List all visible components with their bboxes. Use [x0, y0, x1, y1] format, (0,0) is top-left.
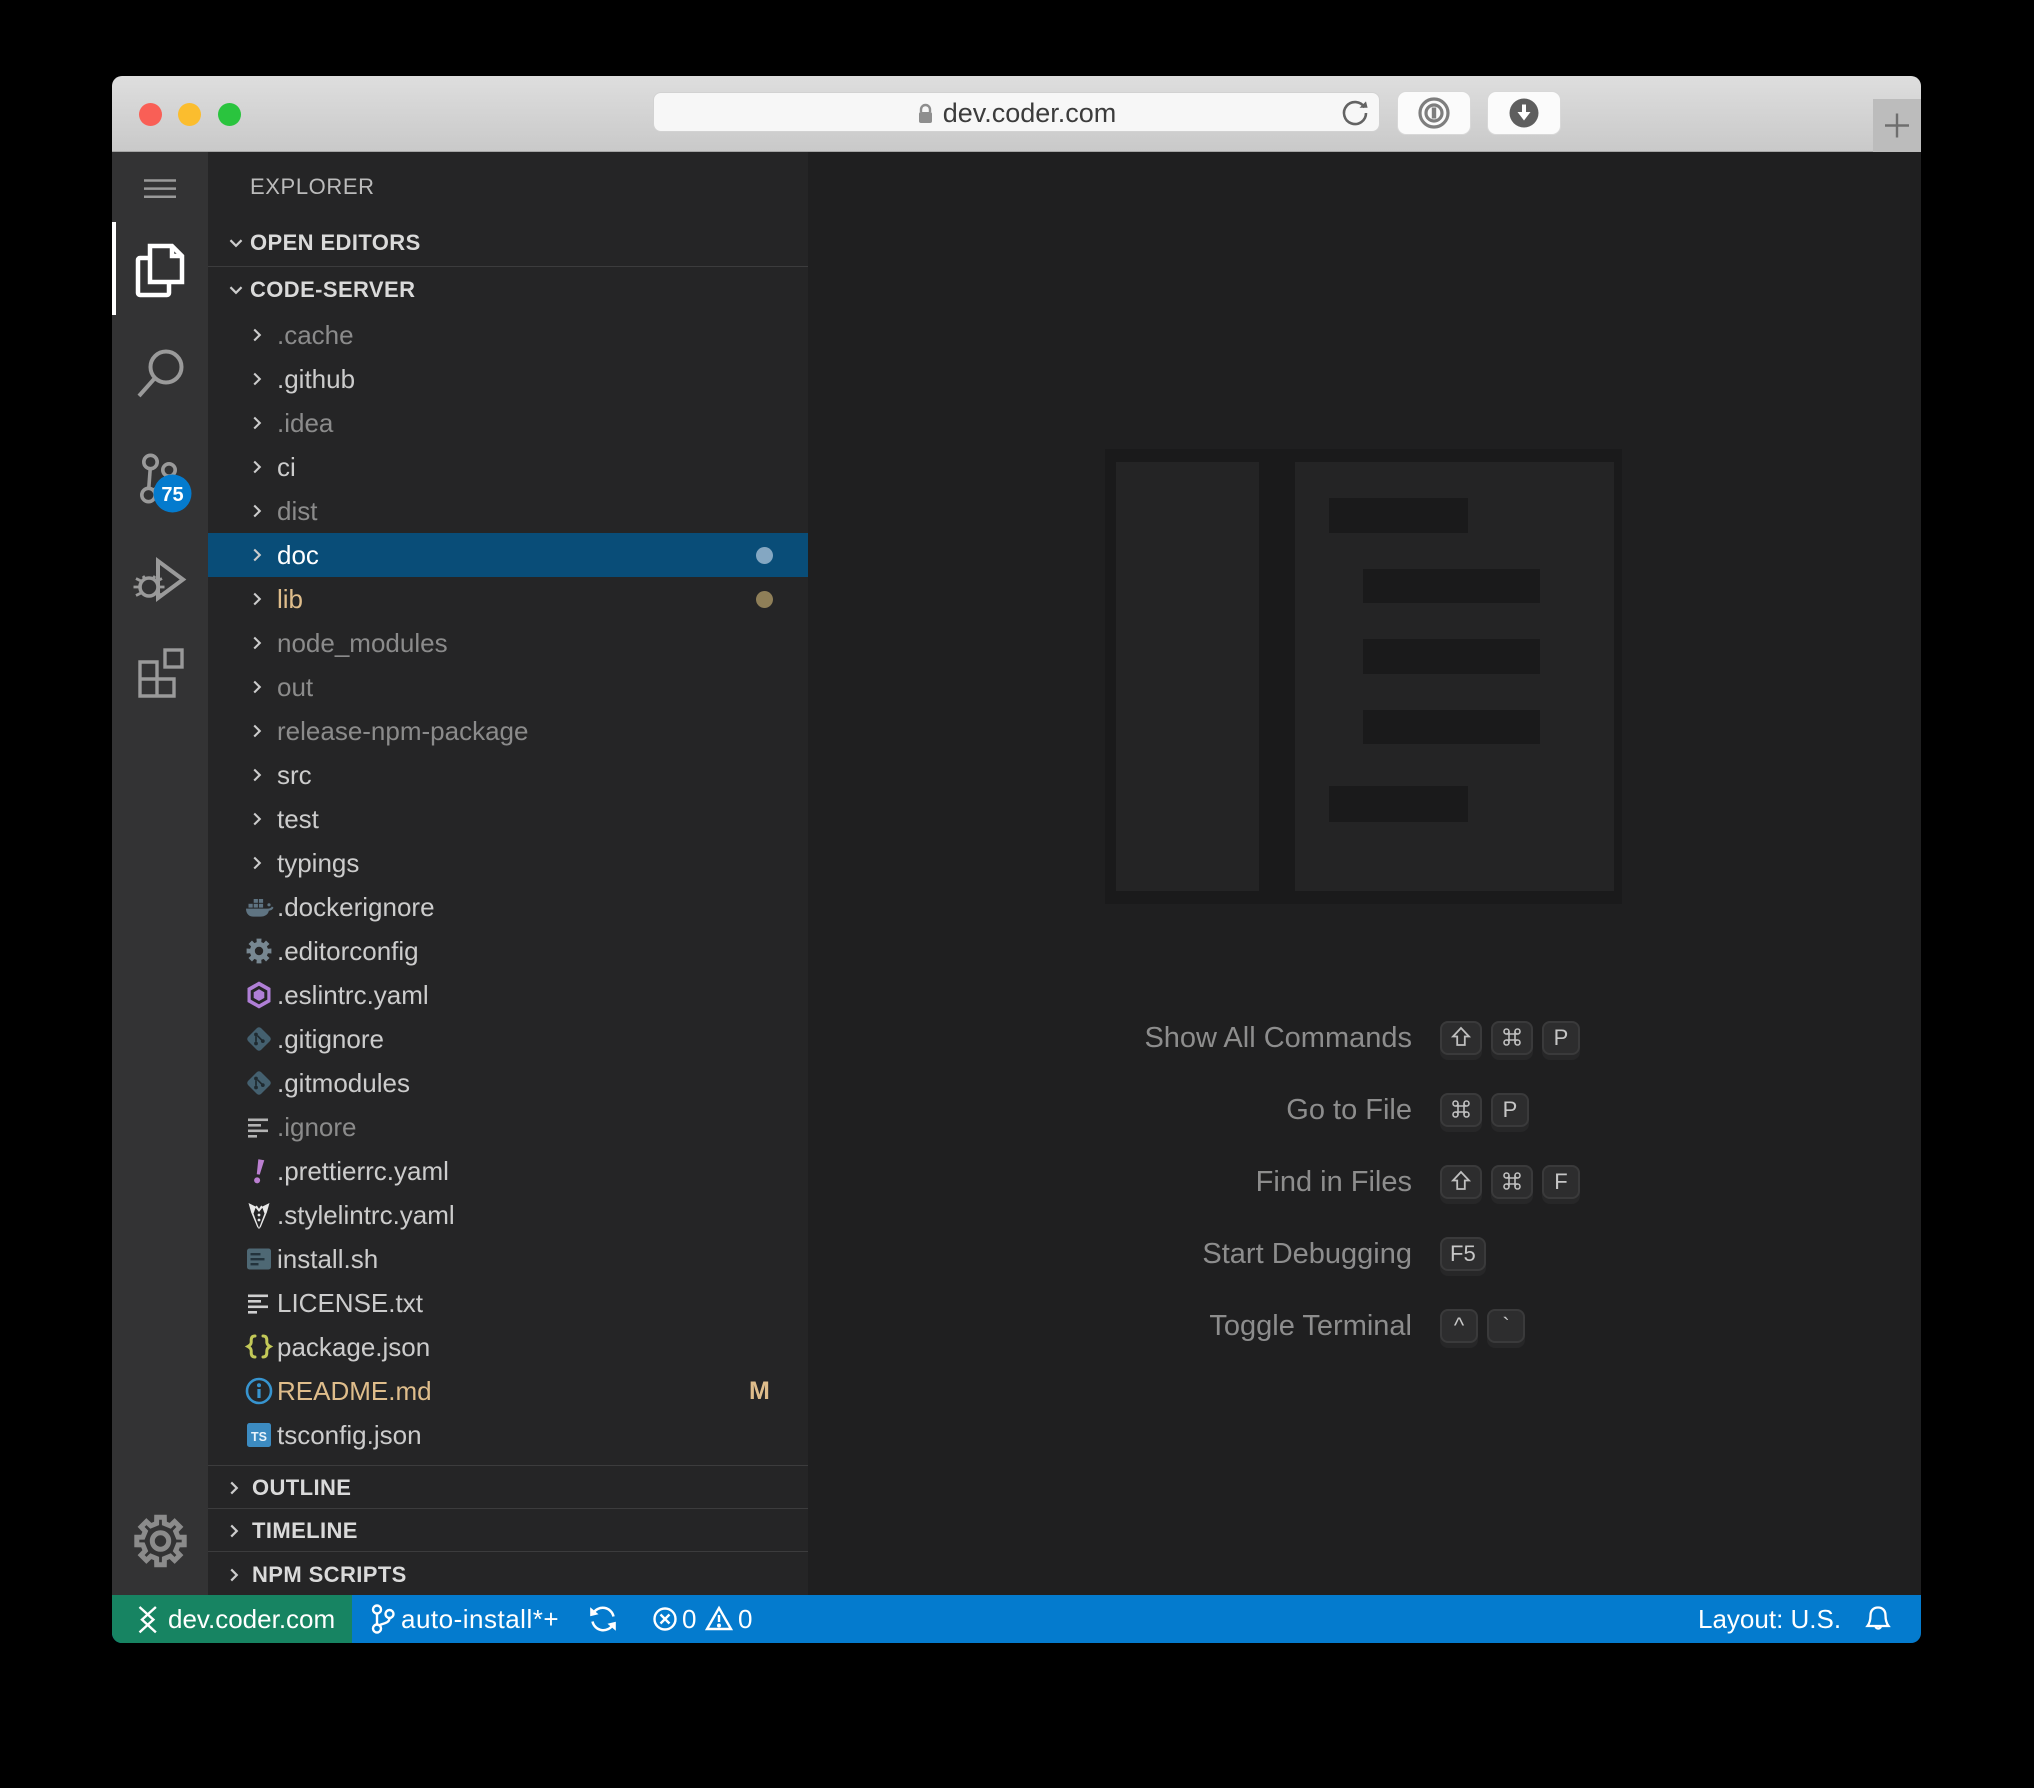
- svg-text:TS: TS: [251, 1430, 267, 1444]
- svg-text:75: 75: [161, 484, 183, 506]
